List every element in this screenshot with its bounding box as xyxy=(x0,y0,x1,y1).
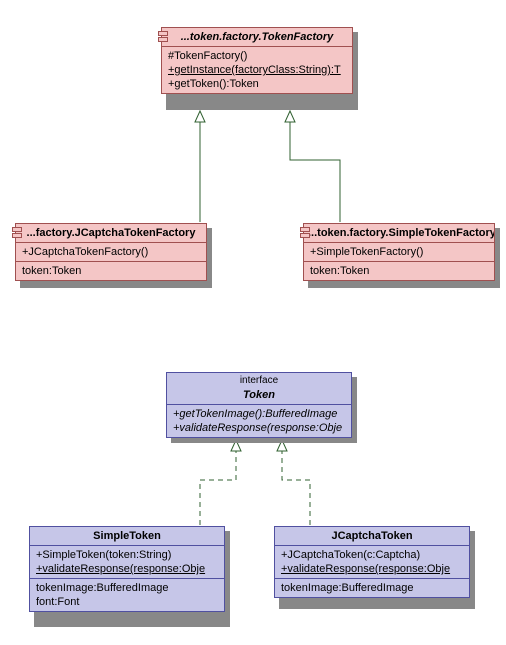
package-tab-icon xyxy=(12,227,22,232)
class-member: +JCaptchaTokenFactory() xyxy=(16,245,206,259)
class-name: ...factory.JCaptchaTokenFactory xyxy=(16,224,206,243)
realization-arrow xyxy=(200,440,236,525)
class-name: ...token.factory.TokenFactory xyxy=(162,28,352,47)
interface-token[interactable]: interface Token +getTokenImage():Buffere… xyxy=(166,372,352,438)
realization-arrow xyxy=(282,440,310,525)
class-simpletoken[interactable]: SimpleToken +SimpleToken(token:String) +… xyxy=(29,526,225,612)
class-attributes: tokenImage:BufferedImage xyxy=(275,579,469,597)
class-member: +validateResponse(response:Obje xyxy=(30,562,224,576)
class-member: token:Token xyxy=(304,264,494,278)
class-member: tokenImage:BufferedImage xyxy=(30,581,224,595)
class-member: +SimpleToken(token:String) xyxy=(30,548,224,562)
class-name: JCaptchaToken xyxy=(275,527,469,546)
class-attributes: token:Token xyxy=(16,262,206,280)
class-member: +getInstance(factoryClass:String):T xyxy=(162,63,352,77)
class-member: #TokenFactory() xyxy=(162,49,352,63)
package-tab-icon xyxy=(300,227,310,232)
class-jcaptchatokenfactory[interactable]: ...factory.JCaptchaTokenFactory +JCaptch… xyxy=(15,223,207,281)
class-member: token:Token xyxy=(16,264,206,278)
class-operations: +SimpleTokenFactory() xyxy=(304,243,494,262)
class-member: font:Font xyxy=(30,595,224,609)
interface-operations: +getTokenImage():BufferedImage +validate… xyxy=(167,405,351,437)
class-jcaptchatoken[interactable]: JCaptchaToken +JCaptchaToken(c:Captcha) … xyxy=(274,526,470,598)
class-member: +SimpleTokenFactory() xyxy=(304,245,494,259)
class-name: SimpleToken xyxy=(30,527,224,546)
uml-class-diagram: ...token.factory.TokenFactory #TokenFact… xyxy=(0,0,506,645)
class-operations: +JCaptchaTokenFactory() xyxy=(16,243,206,262)
package-tab-icon xyxy=(12,233,22,238)
stereotype-label: interface xyxy=(167,373,351,386)
class-name: ...token.factory.SimpleTokenFactory xyxy=(304,224,494,243)
class-attributes: token:Token xyxy=(304,262,494,280)
class-attributes: tokenImage:BufferedImage font:Font xyxy=(30,579,224,611)
package-tab-icon xyxy=(158,31,168,36)
class-simpletokenfactory[interactable]: ...token.factory.SimpleTokenFactory +Sim… xyxy=(303,223,495,281)
class-tokenfactory[interactable]: ...token.factory.TokenFactory #TokenFact… xyxy=(161,27,353,94)
interface-name: Token xyxy=(167,386,351,405)
class-member: +JCaptchaToken(c:Captcha) xyxy=(275,548,469,562)
class-member: +getToken():Token xyxy=(162,77,352,91)
package-tab-icon xyxy=(158,37,168,42)
class-operations: +SimpleToken(token:String) +validateResp… xyxy=(30,546,224,579)
class-member: +getTokenImage():BufferedImage xyxy=(167,407,351,421)
class-member: +validateResponse(response:Obje xyxy=(275,562,469,576)
class-operations: #TokenFactory() +getInstance(factoryClas… xyxy=(162,47,352,93)
class-member: +validateResponse(response:Obje xyxy=(167,421,351,435)
generalization-arrow xyxy=(290,111,340,222)
class-operations: +JCaptchaToken(c:Captcha) +validateRespo… xyxy=(275,546,469,579)
package-tab-icon xyxy=(300,233,310,238)
class-member: tokenImage:BufferedImage xyxy=(275,581,469,595)
